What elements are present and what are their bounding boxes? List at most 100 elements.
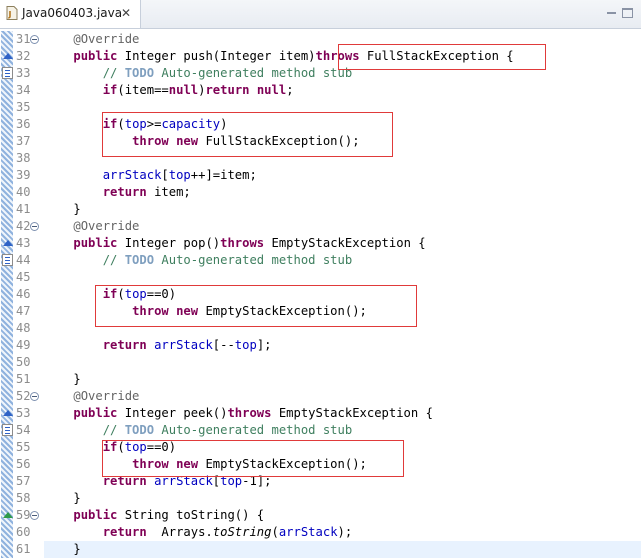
change-stripe xyxy=(1,150,13,167)
current-code-line[interactable]: } xyxy=(44,541,641,558)
editor-tab-bar: J Java060403.java ✕ xyxy=(0,0,641,29)
implements-icon[interactable] xyxy=(3,240,13,246)
line-number: 45 xyxy=(16,270,31,284)
code-line[interactable]: throw new EmptyStackException(); xyxy=(44,456,641,473)
change-stripe xyxy=(1,201,13,218)
code-token: } xyxy=(44,542,81,556)
code-line[interactable]: if(top==0) xyxy=(44,439,641,456)
task-marker-icon[interactable] xyxy=(2,254,13,266)
maximize-icon[interactable] xyxy=(622,8,633,18)
line-number: 40 xyxy=(16,185,31,199)
code-token: arrStack xyxy=(102,168,162,182)
code-line[interactable]: } xyxy=(44,490,641,507)
code-token: new xyxy=(176,457,199,471)
code-line[interactable]: // TODO Auto-generated method stub xyxy=(44,422,641,439)
code-token: EmptyStackException { xyxy=(264,236,426,250)
code-line[interactable]: if(top==0) xyxy=(44,286,641,303)
code-line[interactable]: @Override xyxy=(44,388,641,405)
code-token: } xyxy=(44,491,81,505)
code-token: return xyxy=(102,525,147,539)
change-stripe xyxy=(1,320,13,337)
line-number: 51 xyxy=(16,372,31,386)
code-line[interactable]: return item; xyxy=(44,184,641,201)
code-line[interactable]: return arrStack[--top]; xyxy=(44,337,641,354)
code-line[interactable]: if(top>=capacity) xyxy=(44,116,641,133)
code-token: throws xyxy=(227,406,272,420)
code-token: arrStack xyxy=(154,474,213,488)
code-token: Arrays. xyxy=(146,525,213,539)
code-token: Integer peek() xyxy=(117,406,228,420)
code-line[interactable] xyxy=(44,99,641,116)
code-line[interactable]: throw new EmptyStackException(); xyxy=(44,303,641,320)
code-token: capacity xyxy=(161,117,221,131)
overrides-icon[interactable] xyxy=(3,512,13,518)
change-stripe xyxy=(1,99,13,116)
code-line[interactable]: if(item==null)return null; xyxy=(44,82,641,99)
editor-tab-java060403[interactable]: J Java060403.java ✕ xyxy=(0,0,141,28)
change-stripe xyxy=(1,456,13,473)
code-token: } xyxy=(44,202,81,216)
fold-toggle-icon[interactable] xyxy=(30,35,39,44)
code-line[interactable] xyxy=(44,269,641,286)
code-token: null xyxy=(168,83,199,97)
code-line[interactable]: } xyxy=(44,371,641,388)
code-line[interactable]: // TODO Auto-generated method stub xyxy=(44,65,641,82)
code-token: top xyxy=(124,287,147,301)
change-stripe xyxy=(1,184,13,201)
code-line[interactable]: public Integer peek()throws EmptyStackEx… xyxy=(44,405,641,422)
code-token: return xyxy=(102,338,147,352)
line-number: 44 xyxy=(16,253,31,267)
code-line[interactable]: public String toString() { xyxy=(44,507,641,524)
code-line[interactable]: @Override xyxy=(44,218,641,235)
code-line[interactable]: return arrStack[top-1]; xyxy=(44,473,641,490)
code-token: if xyxy=(102,287,118,301)
fold-toggle-icon[interactable] xyxy=(30,222,39,231)
code-token: public xyxy=(73,236,118,250)
code-editor[interactable]: @Override public Integer push(Integer it… xyxy=(44,29,641,558)
code-token: arrStack xyxy=(154,338,213,352)
code-line[interactable]: // TODO Auto-generated method stub xyxy=(44,252,641,269)
code-line[interactable]: return Arrays.toString(arrStack); xyxy=(44,524,641,541)
task-marker-icon[interactable] xyxy=(2,67,13,79)
code-token: throws xyxy=(315,49,360,63)
code-line[interactable]: } xyxy=(44,201,641,218)
code-line[interactable]: public Integer push(Integer item)throws … xyxy=(44,48,641,65)
change-stripe xyxy=(1,524,13,541)
code-token: arrStack xyxy=(278,525,338,539)
code-token: ) xyxy=(220,117,228,131)
line-number: 47 xyxy=(16,304,31,318)
line-number: 61 xyxy=(16,542,31,556)
code-token: return xyxy=(102,185,147,199)
code-line[interactable]: @Override xyxy=(44,31,641,48)
code-line[interactable]: public Integer pop()throws EmptyStackExc… xyxy=(44,235,641,252)
line-number: 48 xyxy=(16,321,31,335)
code-line[interactable] xyxy=(44,354,641,371)
code-token: if xyxy=(102,440,118,454)
close-tab-icon[interactable]: ✕ xyxy=(121,6,131,20)
minimize-icon[interactable] xyxy=(607,12,616,14)
code-line[interactable]: throw new FullStackException(); xyxy=(44,133,641,150)
code-token: public xyxy=(73,406,118,420)
code-line[interactable] xyxy=(44,320,641,337)
code-token: Auto-generated method stub xyxy=(154,253,353,267)
code-line[interactable]: arrStack[top++]=item; xyxy=(44,167,641,184)
implements-icon[interactable] xyxy=(3,53,13,59)
fold-toggle-icon[interactable] xyxy=(30,392,39,401)
implements-icon[interactable] xyxy=(3,410,13,416)
task-marker-icon[interactable] xyxy=(2,424,13,436)
line-number: 35 xyxy=(16,100,31,114)
fold-toggle-icon[interactable] xyxy=(30,511,39,520)
line-number: 53 xyxy=(16,406,31,420)
code-line[interactable] xyxy=(44,150,641,167)
